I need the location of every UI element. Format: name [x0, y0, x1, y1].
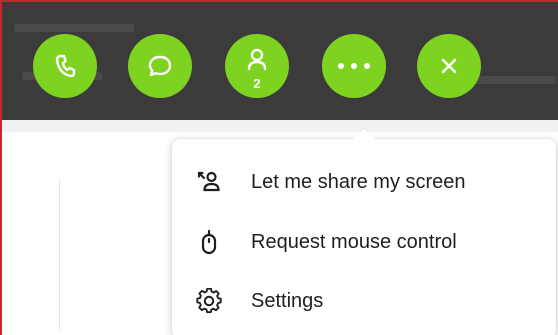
share-screen-icon	[196, 169, 222, 195]
background-blur	[472, 76, 556, 84]
participant-count-badge: 2	[253, 76, 261, 91]
call-button[interactable]	[33, 34, 97, 98]
app-window: 2 Let me share my screen Request mouse c…	[0, 0, 558, 335]
menu-item-label: Let me share my screen	[251, 170, 466, 193]
background-blur	[14, 24, 134, 32]
menu-item-request-mouse-control[interactable]: Request mouse control	[172, 217, 556, 267]
menu-item-label: Request mouse control	[251, 230, 457, 253]
close-button[interactable]	[417, 34, 481, 98]
participants-button[interactable]: 2	[225, 34, 289, 98]
person-icon	[243, 45, 271, 73]
more-options-button[interactable]	[322, 34, 386, 98]
menu-item-settings[interactable]: Settings	[172, 276, 556, 326]
mouse-icon	[196, 229, 222, 255]
gear-icon	[196, 288, 222, 314]
content-divider	[59, 180, 60, 330]
more-options-menu: Let me share my screen Request mouse con…	[172, 129, 556, 335]
session-toolbar: 2	[2, 2, 558, 120]
chat-button[interactable]	[128, 34, 192, 98]
more-horizontal-icon	[338, 63, 370, 69]
close-icon	[437, 54, 461, 78]
phone-icon	[50, 51, 80, 81]
chat-bubble-icon	[145, 51, 175, 81]
menu-item-share-screen[interactable]: Let me share my screen	[172, 157, 556, 207]
menu-item-label: Settings	[251, 289, 324, 312]
menu-caret	[354, 129, 374, 139]
content-header-strip	[2, 120, 558, 132]
